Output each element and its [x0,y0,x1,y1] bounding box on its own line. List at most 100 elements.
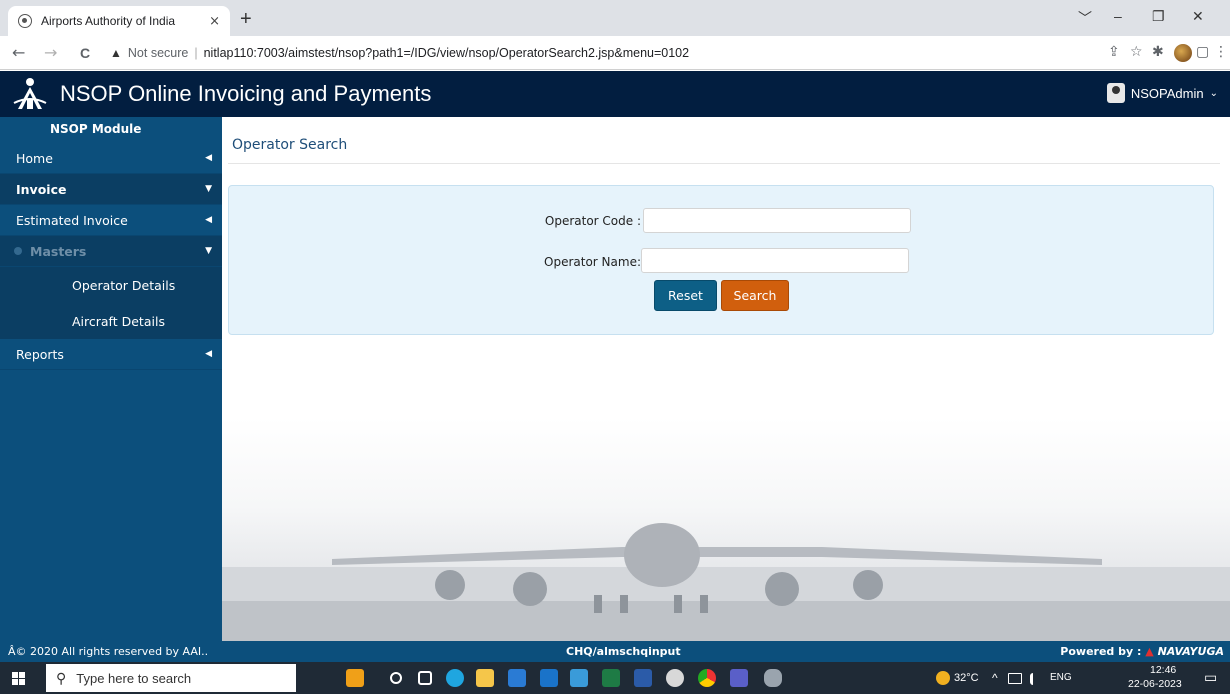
user-avatar-icon [1106,83,1125,103]
snipping-tool-icon[interactable] [764,669,782,687]
user-name[interactable]: NSOPAdmin [1131,86,1204,101]
warning-icon: ▲ [110,46,122,60]
tab-search-icon[interactable]: ﹀ [1078,8,1092,28]
side-panel-icon[interactable]: ▢ [1196,44,1209,60]
browser-tab[interactable]: Airports Authority of India × [8,6,230,36]
teams-icon[interactable] [730,669,748,687]
operator-code-input[interactable] [643,208,911,233]
sidebar-item-aircraft-details[interactable]: Aircraft Details [0,303,222,339]
operator-search-panel: Operator Code : Operator Name: Reset Sea… [228,185,1214,335]
copyright-text: Â© 2020 All rights reserved by AAI.. [8,645,209,658]
tray-arrow-icon[interactable]: ^ [992,671,998,685]
outlook-icon[interactable] [540,669,558,687]
footer-center-text: CHQ/almschqinput [566,645,681,658]
browser-menu-icon[interactable]: ⋮ [1214,44,1228,60]
caret-down-icon: ▼ [205,246,212,256]
extensions-icon[interactable]: ✱ [1152,44,1164,60]
sidebar-item-estimated-invoice[interactable]: Estimated Invoice ◀ [0,205,222,236]
url-separator: | [194,46,198,60]
back-button[interactable]: ← [12,43,25,62]
sidebar-item-label: Operator Details [72,277,176,293]
share-icon[interactable]: ⇪ [1108,44,1120,60]
chevron-down-icon[interactable]: ⌄ [1210,88,1218,99]
sidebar-item-label: Masters [30,243,87,259]
powered-by: Powered by : ▲ NAVAYUGA [1060,645,1224,658]
task-view-icon[interactable] [418,671,432,685]
restore-button[interactable]: ❐ [1152,8,1165,25]
search-icon: ⚲ [56,669,67,686]
sidebar-item-invoice[interactable]: Invoice ▼ [0,174,222,205]
sidebar-item-label: Estimated Invoice [16,212,128,228]
sidebar-heading: NSOP Module [0,117,222,143]
operator-code-label: Operator Code : [544,214,641,228]
sidebar-item-home[interactable]: Home ◀ [0,143,222,174]
security-status[interactable]: Not secure [128,46,188,60]
excel-icon[interactable] [602,669,620,687]
pen-app-icon[interactable] [570,669,588,687]
windows-taskbar: ⚲ Type here to search 32°C ^ ENG 12:46 2… [0,662,1230,694]
store-icon[interactable] [508,669,526,687]
app-title: NSOP Online Invoicing and Payments [60,81,432,106]
taskbar-search-input[interactable]: ⚲ Type here to search [46,664,296,692]
minimize-button[interactable]: – [1114,8,1122,24]
sidebar-item-reports[interactable]: Reports ◀ [0,339,222,370]
chrome-icon[interactable] [698,669,716,687]
profile-avatar[interactable] [1174,44,1192,62]
file-explorer-icon[interactable] [476,669,494,687]
page-title: Operator Search [232,137,348,153]
caret-left-icon: ◀ [205,153,212,163]
tab-title: Airports Authority of India [41,14,176,28]
new-tab-button[interactable]: + [240,8,252,31]
language-indicator[interactable]: ENG [1050,672,1072,683]
caret-left-icon: ◀ [205,349,212,359]
windows-start-icon[interactable] [12,672,26,686]
user-menu[interactable]: NSOPAdmin ⌄ [1106,83,1218,103]
search-button[interactable]: Search [721,280,789,311]
url-field[interactable]: ▲ Not secure | nitlap110:7003/aimstest/n… [110,41,689,65]
sidebar-item-label: Aircraft Details [72,313,165,329]
clock-date[interactable]: 22-06-2023 [1128,678,1182,690]
cortana-icon[interactable] [390,672,402,684]
operator-name-label: Operator Name: [544,255,641,269]
forward-button[interactable]: → [44,43,57,62]
volume-muted-icon[interactable] [1030,673,1040,685]
word-icon[interactable] [634,669,652,687]
app-header: NSOP Online Invoicing and Payments NSOPA… [0,71,1230,117]
operator-name-input[interactable] [641,248,909,273]
edge-icon[interactable] [446,669,464,687]
reset-button[interactable]: Reset [654,280,717,311]
search-placeholder: Type here to search [76,670,192,686]
sidebar-item-masters[interactable]: Masters ▼ [0,236,222,267]
caret-down-icon: ▼ [205,184,212,194]
bookmark-star-icon[interactable]: ☆ [1130,44,1143,60]
footer: Â© 2020 All rights reserved by AAI.. CHQ… [0,641,1230,662]
main-content: Operator Search Operator Code : Operator… [222,117,1230,641]
caret-left-icon: ◀ [205,215,212,225]
clock-time[interactable]: 12:46 [1150,664,1176,676]
notification-icon[interactable]: ▭ [1204,669,1217,686]
url-text[interactable]: nitlap110:7003/aimstest/nsop?path1=/IDG/… [204,46,690,60]
powered-by-label: Powered by : [1060,645,1142,658]
briefcase-icon[interactable] [346,669,364,687]
sidebar-item-label: Reports [16,346,64,362]
airplane-illustration [222,523,1230,641]
weather-icon [936,671,950,685]
divider [228,163,1220,164]
navayuga-logo-icon: ▲ [1145,645,1154,658]
close-window-button[interactable]: ✕ [1192,8,1204,25]
sidebar-item-label: Home [16,150,53,166]
reload-button[interactable]: C [80,45,90,61]
aai-logo-icon [13,78,47,109]
address-bar: ← → C ▲ Not secure | nitlap110:7003/aims… [0,36,1230,70]
tab-close-button[interactable]: × [209,14,220,29]
brand-name: NAVAYUGA [1157,645,1224,658]
sidebar-item-operator-details[interactable]: Operator Details [0,267,222,303]
sidebar-item-label: Invoice [16,181,67,197]
airplane-background-image [222,417,1230,641]
sidebar: NSOP Module Home ◀ Invoice ▼ Estimated I… [0,117,222,641]
settings-gear-icon[interactable] [666,669,684,687]
temperature-text[interactable]: 32°C [954,672,979,684]
globe-icon [18,14,32,28]
network-icon[interactable] [1008,673,1022,684]
browser-tab-bar: Airports Authority of India × + ﹀ – ❐ ✕ [0,0,1230,36]
